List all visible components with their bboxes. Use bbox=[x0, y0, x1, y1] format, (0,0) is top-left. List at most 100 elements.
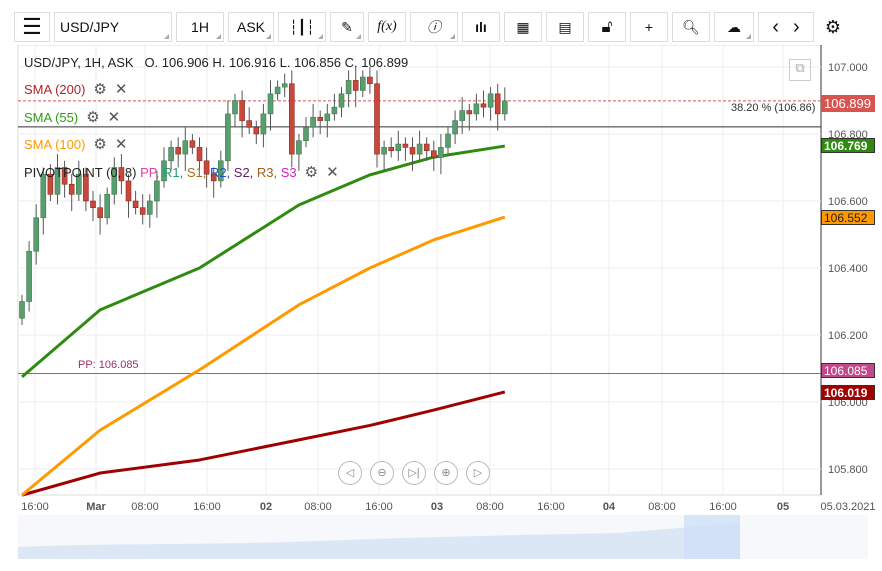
candle bbox=[317, 116, 324, 121]
close-icon[interactable]: ✕ bbox=[326, 164, 339, 181]
candle bbox=[402, 143, 409, 148]
navigator-window[interactable] bbox=[684, 515, 740, 559]
candle bbox=[296, 140, 302, 155]
close-icon[interactable]: ✕ bbox=[115, 136, 128, 153]
candle bbox=[97, 207, 103, 219]
y-tick-label: 106.400 bbox=[828, 263, 868, 275]
candle bbox=[452, 120, 458, 135]
x-tick-label: 08:00 bbox=[476, 501, 504, 513]
gear-icon[interactable]: ⚙ bbox=[305, 164, 318, 181]
candle bbox=[260, 113, 267, 135]
candle bbox=[168, 147, 174, 162]
candle bbox=[388, 147, 395, 152]
candle bbox=[423, 143, 430, 152]
fib-label: 38.20 % (106.86) bbox=[731, 102, 816, 114]
candle bbox=[480, 103, 487, 108]
x-tick-label: 16:00 bbox=[709, 501, 737, 513]
last-price-tag: 106.899 bbox=[821, 95, 875, 112]
x-tick-label: 16:00 bbox=[193, 501, 221, 513]
candle bbox=[253, 127, 260, 135]
price-chart[interactable]: 16:00 Mar 08:00 16:00 02 08:00 16:00 03 08:00 16:… bbox=[0, 45, 882, 565]
prev-icon[interactable]: ‹ bbox=[772, 16, 779, 39]
x-tick-label: Mar bbox=[86, 501, 106, 513]
x-tick-label: 16:00 bbox=[537, 501, 565, 513]
interval-select[interactable]: 1H bbox=[176, 12, 224, 42]
calendar-icon[interactable]: ▦ bbox=[504, 12, 542, 42]
y-tick-label: 107.000 bbox=[828, 62, 868, 74]
legend-sma100: SMA (100) ⚙ ✕ bbox=[24, 136, 128, 153]
plot-area bbox=[17, 45, 822, 496]
next-icon[interactable]: › bbox=[793, 16, 800, 39]
symbol-select[interactable]: USD/JPY bbox=[54, 12, 172, 42]
x-tick-label: 03 bbox=[431, 501, 443, 513]
lock-icon[interactable]: 🔓︎ bbox=[588, 12, 626, 42]
candle bbox=[274, 86, 281, 95]
candle bbox=[90, 200, 96, 208]
pivot-part-r3: R3, bbox=[256, 165, 281, 180]
chart-nav-controls: ◁ ⊖ ▷| ⊕ ▷ bbox=[338, 461, 490, 485]
x-tick-label: 05.03.2021 bbox=[820, 501, 875, 513]
candle bbox=[196, 147, 203, 162]
x-tick-label: 08:00 bbox=[131, 501, 159, 513]
candle bbox=[409, 147, 416, 155]
candle bbox=[501, 100, 508, 115]
candle bbox=[359, 76, 366, 91]
toolbar: ☰ USD/JPY 1H ASK ┆┃┆ ✎ f(x) ⓘ ılı ▦ ▤ 🔓︎… bbox=[14, 12, 882, 46]
candle bbox=[381, 147, 387, 155]
candle bbox=[139, 207, 146, 215]
menu-icon[interactable]: ☰ bbox=[14, 12, 50, 42]
candle bbox=[154, 180, 160, 202]
chart-type-icon[interactable]: ┆┃┆ bbox=[278, 12, 326, 42]
x-tick-label: 05 bbox=[777, 501, 789, 513]
gear-icon[interactable]: ⚙ bbox=[86, 109, 99, 126]
pp-price-tag: 106.085 bbox=[821, 363, 875, 378]
candle bbox=[331, 106, 338, 115]
sma55-price-tag: 106.769 bbox=[821, 138, 875, 153]
gear-icon[interactable]: ⚙ bbox=[93, 136, 106, 153]
candle bbox=[132, 200, 139, 208]
indicators-fx-icon[interactable]: f(x) bbox=[368, 12, 406, 42]
price-type-select[interactable]: ASK bbox=[228, 12, 274, 42]
crosshair-icon[interactable]: + bbox=[630, 12, 668, 42]
draw-tool-icon[interactable]: ✎ bbox=[330, 12, 364, 42]
legend-pivot: PIVOTPOINT (0, 8) PP, R1, S1, R2, S2, R3… bbox=[24, 164, 339, 181]
candle bbox=[459, 110, 466, 121]
scroll-right-icon[interactable]: ▷ bbox=[466, 461, 490, 485]
pivot-part-s1: S1, bbox=[186, 165, 210, 180]
candle bbox=[267, 93, 274, 115]
volume-icon[interactable]: ılı bbox=[462, 12, 500, 42]
scroll-left-icon[interactable]: ◁ bbox=[338, 461, 362, 485]
close-icon[interactable]: ✕ bbox=[115, 81, 128, 98]
candle bbox=[19, 301, 25, 319]
settings-gear-icon[interactable]: ⚙ bbox=[818, 12, 848, 42]
zoom-icon[interactable]: 🔍︎ bbox=[672, 12, 710, 42]
navigator[interactable] bbox=[18, 515, 868, 559]
candle bbox=[338, 93, 345, 108]
y-tick-label: 105.800 bbox=[828, 464, 868, 476]
popout-icon[interactable]: ⧉ bbox=[789, 59, 811, 81]
candle bbox=[33, 217, 40, 252]
candle bbox=[239, 100, 245, 121]
zoom-in-icon[interactable]: ⊕ bbox=[434, 461, 458, 485]
candle bbox=[125, 180, 132, 202]
close-icon[interactable]: ✕ bbox=[108, 109, 121, 126]
candle bbox=[225, 113, 231, 162]
candle bbox=[438, 147, 444, 158]
candle bbox=[367, 76, 373, 85]
zoom-out-icon[interactable]: ⊖ bbox=[370, 461, 394, 485]
sma200-price-tag: 106.019 bbox=[821, 385, 875, 400]
reset-icon[interactable]: ▷| bbox=[402, 461, 426, 485]
candle bbox=[374, 83, 380, 155]
news-icon[interactable]: ▤ bbox=[546, 12, 584, 42]
candle bbox=[324, 113, 331, 121]
candle bbox=[175, 147, 181, 155]
candle bbox=[395, 143, 402, 152]
upload-icon[interactable]: ☁ bbox=[714, 12, 754, 42]
candle bbox=[345, 80, 352, 95]
x-tick-label: 04 bbox=[603, 501, 616, 513]
candle bbox=[352, 80, 359, 91]
gear-icon[interactable]: ⚙ bbox=[93, 81, 106, 98]
info-icon[interactable]: ⓘ bbox=[410, 12, 458, 42]
candle bbox=[147, 200, 153, 215]
y-tick-label: 106.600 bbox=[828, 196, 868, 208]
